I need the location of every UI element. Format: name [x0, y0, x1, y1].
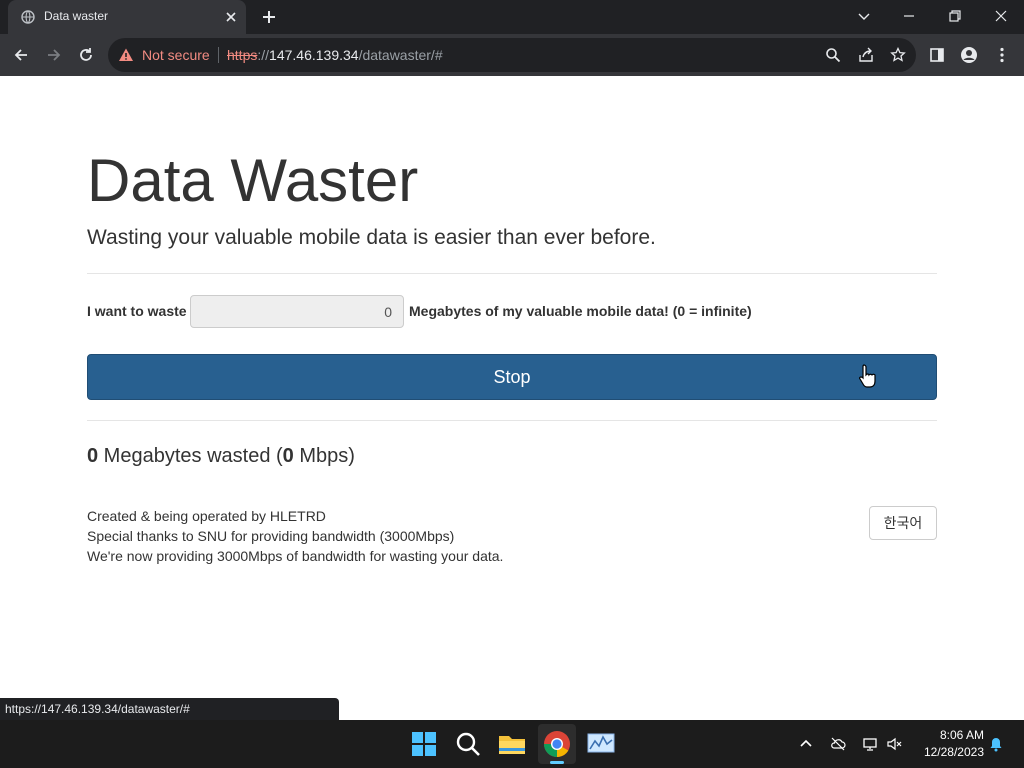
menu-kebab-icon[interactable] — [993, 46, 1011, 64]
side-panel-icon[interactable] — [928, 46, 946, 64]
footer-line-thanks: Special thanks to SNU for providing band… — [87, 528, 455, 544]
minimize-icon[interactable] — [900, 7, 918, 25]
stop-button[interactable]: Stop — [87, 354, 937, 400]
tab-search-chevron-icon[interactable] — [855, 7, 873, 25]
mb-wasted-value: 0 — [87, 445, 99, 467]
chrome-icon — [543, 731, 570, 758]
back-icon[interactable] — [12, 46, 30, 64]
korean-language-button[interactable]: 한국어 — [869, 506, 937, 540]
volume-muted-icon[interactable] — [886, 736, 902, 752]
tray-chevron-up-icon[interactable] — [798, 736, 814, 752]
megabytes-input[interactable] — [190, 295, 404, 328]
windows-start-icon[interactable] — [408, 728, 440, 760]
chrome-active-indicator — [550, 761, 564, 764]
page-content: Data Waster Wasting your valuable mobile… — [0, 76, 1024, 720]
chrome-taskbar-slot[interactable] — [538, 724, 576, 764]
forward-icon[interactable] — [45, 46, 63, 64]
bookmark-star-icon[interactable] — [890, 47, 906, 63]
reload-icon[interactable] — [77, 46, 95, 64]
hand-cursor-icon — [858, 364, 876, 388]
file-explorer-icon[interactable] — [496, 728, 528, 760]
tab-strip: Data waster — [0, 0, 1024, 34]
page-title: Data Waster — [87, 147, 419, 214]
footer-line-creator: Created & being operated by HLETRD — [87, 508, 326, 524]
search-icon[interactable] — [452, 728, 484, 760]
mbps-value: 0 — [282, 445, 294, 467]
divider-bottom — [87, 420, 937, 421]
windows-taskbar: 8:06 AM 12/28/2023 — [0, 720, 1024, 768]
address-bar[interactable]: Not secure https://147.46.139.34/datawas… — [108, 38, 916, 72]
url-text[interactable]: https://147.46.139.34/datawaster/# — [227, 47, 443, 63]
link-status-bar: https://147.46.139.34/datawaster/# — [0, 698, 339, 720]
clock-time[interactable]: 8:06 AM — [926, 728, 984, 742]
megabytes-suffix-label: Megabytes of my valuable mobile data! (0… — [409, 303, 752, 319]
close-window-icon[interactable] — [992, 7, 1010, 25]
address-divider — [218, 47, 219, 63]
monitor-app-icon[interactable] — [585, 728, 617, 760]
profile-icon[interactable] — [960, 46, 978, 64]
network-icon[interactable] — [862, 736, 878, 752]
globe-icon — [21, 10, 35, 24]
share-icon[interactable] — [858, 47, 874, 63]
mb-wasted-text: Megabytes wasted ( — [98, 445, 283, 467]
warning-icon[interactable] — [118, 47, 134, 63]
close-tab-icon[interactable] — [224, 10, 238, 24]
restore-icon[interactable] — [946, 7, 964, 25]
onedrive-offline-icon[interactable] — [830, 736, 846, 752]
url-scheme: https — [227, 47, 258, 63]
url-separator: :// — [257, 47, 270, 63]
new-tab-icon[interactable] — [261, 9, 277, 25]
waste-label: I want to waste — [87, 303, 187, 319]
footer-line-bandwidth: We're now providing 3000Mbps of bandwidt… — [87, 548, 504, 564]
waste-stats: 0 Megabytes wasted (0 Mbps) — [87, 445, 355, 468]
url-host: 147.46.139.34 — [269, 47, 359, 63]
tab-title: Data waster — [44, 9, 109, 23]
divider-top — [87, 273, 937, 274]
page-subtitle: Wasting your valuable mobile data is eas… — [87, 226, 656, 249]
url-path: /datawaster/# — [358, 47, 443, 63]
not-secure-label[interactable]: Not secure — [142, 47, 210, 63]
search-zoom-icon[interactable] — [825, 47, 841, 63]
tab-data-waster[interactable]: Data waster — [8, 0, 246, 34]
clock-date[interactable]: 12/28/2023 — [914, 745, 984, 759]
notification-bell-icon[interactable] — [988, 736, 1004, 752]
mbps-text: Mbps) — [293, 445, 355, 467]
